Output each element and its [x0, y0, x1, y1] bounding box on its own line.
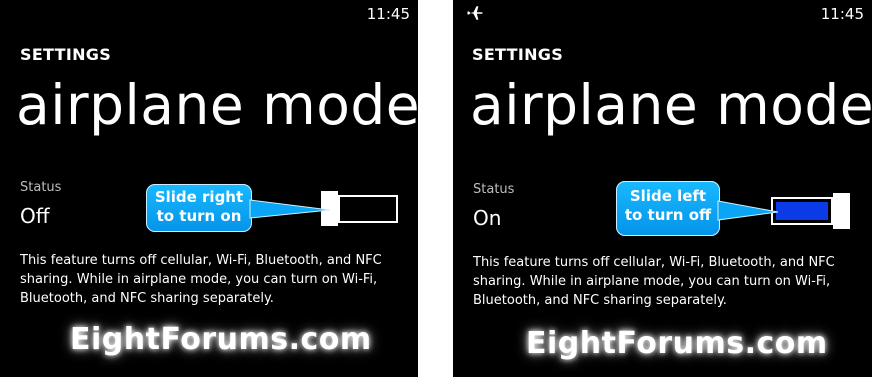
- callout-line-1: Slide right: [154, 188, 244, 206]
- settings-header: SETTINGS: [20, 45, 112, 64]
- status-label: Status: [473, 182, 515, 197]
- toggle-track: [338, 195, 398, 223]
- toggle-fill: [776, 202, 828, 220]
- callout-line-2: to turn off: [624, 206, 712, 224]
- toggle-thumb[interactable]: [321, 191, 338, 226]
- airplane-mode-toggle[interactable]: [321, 191, 399, 226]
- status-label: Status: [20, 180, 62, 195]
- toggle-thumb[interactable]: [833, 193, 850, 229]
- callout-line-1: Slide left: [629, 187, 707, 205]
- page-title: airplane mode: [16, 73, 418, 137]
- airplane-icon: [467, 6, 483, 20]
- watermark: EightForums.com: [526, 326, 828, 361]
- settings-header: SETTINGS: [472, 45, 564, 64]
- page-title: airplane mode: [470, 73, 872, 137]
- status-value: On: [473, 206, 502, 230]
- watermark: EightForums.com: [70, 322, 372, 357]
- airplane-mode-toggle[interactable]: [771, 193, 851, 229]
- feature-description: This feature turns off cellular, Wi-Fi, …: [473, 255, 835, 308]
- callout-slide-left: Slide left to turn off: [616, 181, 720, 236]
- callout-line-2: to turn on: [156, 207, 242, 225]
- status-bar-clock: 11:45: [366, 5, 410, 23]
- callout-slide-right: Slide right to turn on: [146, 184, 252, 232]
- status-bar-clock: 11:45: [820, 5, 864, 23]
- settings-screen-on: 11:45 SETTINGS airplane mode Status On S…: [453, 0, 872, 377]
- feature-description: This feature turns off cellular, Wi-Fi, …: [20, 253, 382, 306]
- status-value: Off: [20, 204, 50, 228]
- settings-screen-off: 11:45 SETTINGS airplane mode Status Off …: [0, 0, 418, 377]
